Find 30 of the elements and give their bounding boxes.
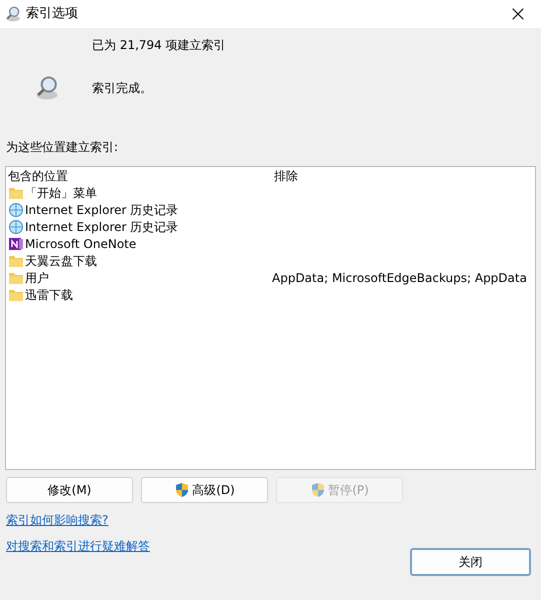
help-link[interactable]: 对搜索和索引进行疑难解答 bbox=[6, 537, 150, 555]
folder-icon bbox=[8, 270, 24, 286]
exclusion-text: AppData; MicrosoftEdgeBackups; AppData bbox=[272, 271, 527, 285]
location-name[interactable]: 「开始」菜单 bbox=[25, 184, 97, 202]
location-name[interactable]: Internet Explorer 历史记录 bbox=[25, 201, 178, 219]
location-name[interactable]: 天翼云盘下载 bbox=[25, 252, 97, 270]
folder-icon bbox=[8, 253, 24, 269]
window-title: 索引选项 bbox=[26, 5, 78, 24]
action-button[interactable]: 高级(D) bbox=[141, 477, 268, 503]
close-dialog-button[interactable]: 关闭 bbox=[410, 548, 531, 576]
close-icon bbox=[511, 7, 525, 21]
globe-icon bbox=[8, 219, 24, 235]
location-name[interactable]: 用户 bbox=[25, 269, 49, 287]
location-name[interactable]: Microsoft OneNote bbox=[25, 235, 136, 253]
index-count-text: 已为 21,794 项建立索引 bbox=[92, 37, 227, 54]
location-name[interactable]: Internet Explorer 历史记录 bbox=[25, 218, 178, 236]
indexing-icon bbox=[4, 5, 22, 23]
folder-icon bbox=[8, 185, 24, 201]
help-link[interactable]: 索引如何影响搜索? bbox=[6, 511, 150, 529]
shield-icon bbox=[174, 482, 190, 498]
action-button[interactable]: 修改(M) bbox=[6, 477, 133, 503]
section-label: 为这些位置建立索引: bbox=[5, 139, 120, 156]
notebook-icon bbox=[8, 236, 24, 252]
index-status-text: 索引完成。 bbox=[92, 80, 153, 97]
column-header[interactable]: 排除 bbox=[274, 167, 535, 185]
shield-icon bbox=[310, 482, 326, 498]
folder-icon bbox=[8, 287, 24, 303]
column-header[interactable]: 包含的位置 bbox=[8, 167, 274, 185]
location-name[interactable]: 迅雷下载 bbox=[25, 286, 73, 304]
globe-icon bbox=[8, 202, 24, 218]
